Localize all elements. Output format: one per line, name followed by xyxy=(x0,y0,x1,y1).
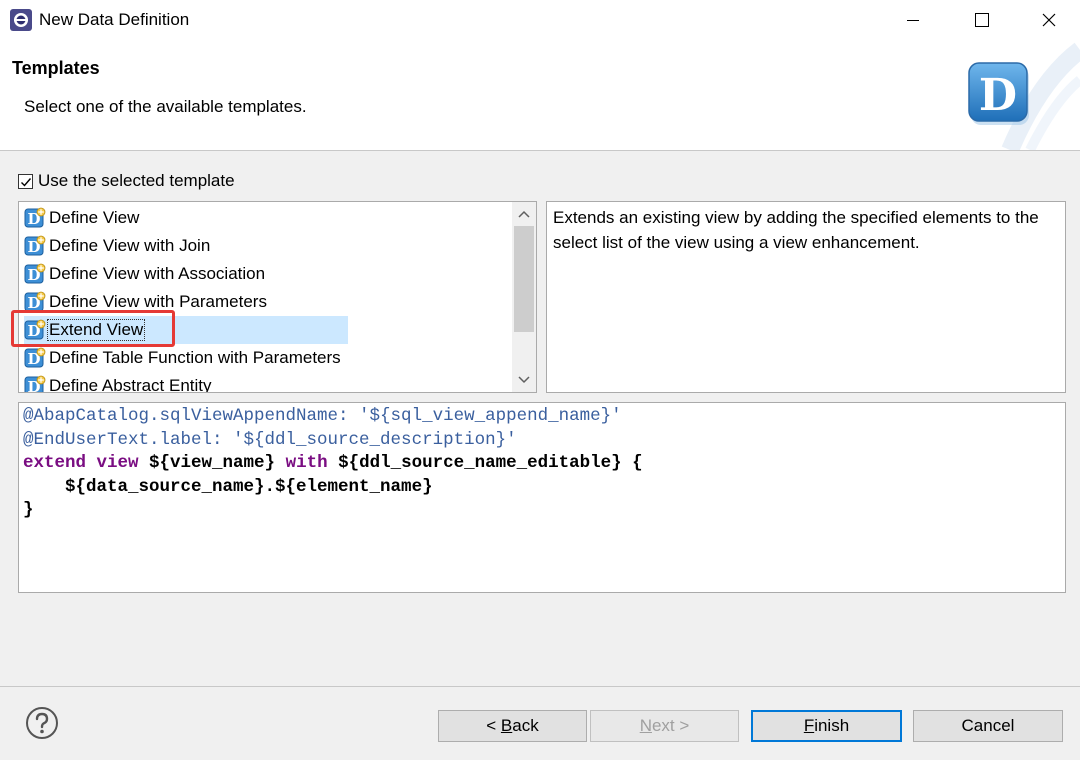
title-bar: New Data Definition xyxy=(0,0,1080,40)
cancel-button[interactable]: Cancel xyxy=(913,710,1063,742)
maximize-icon xyxy=(975,13,989,27)
button-bar-separator xyxy=(0,686,1080,687)
data-definition-logo-icon: D xyxy=(968,62,1029,125)
template-item-label: Extend View xyxy=(46,319,146,341)
minimize-icon xyxy=(907,20,919,21)
cancel-button-label: Cancel xyxy=(961,716,1015,735)
next-button[interactable]: Next > xyxy=(590,710,739,742)
template-list-item[interactable]: D Define View xyxy=(24,204,140,232)
ddl-source-icon: D xyxy=(24,291,46,312)
maximize-button[interactable] xyxy=(959,0,1005,40)
template-item-label: Define View with Parameters xyxy=(49,292,267,311)
next-button-label: ext > xyxy=(651,716,690,735)
template-list-item[interactable]: D Define View with Parameters xyxy=(24,288,268,316)
checkmark-icon xyxy=(21,177,32,187)
back-button-mnemonic: B xyxy=(500,716,513,735)
back-button[interactable]: < Back xyxy=(438,710,587,742)
eclipse-app-icon xyxy=(10,9,32,31)
template-list-item[interactable]: D Define Abstract Entity xyxy=(24,372,213,393)
ddl-source-icon: D xyxy=(24,263,46,284)
template-list-item[interactable]: D Extend View xyxy=(24,316,348,344)
template-list-item[interactable]: D Define Table Function with Parameters xyxy=(24,344,342,372)
ddl-source-icon: D xyxy=(24,207,46,228)
template-list-scrollbar[interactable] xyxy=(512,202,536,392)
minimize-button[interactable] xyxy=(890,0,936,40)
template-list-item[interactable]: D Define View with Association xyxy=(24,260,266,288)
code-text: } xyxy=(23,500,34,520)
template-list[interactable]: D Define View D Define View with Join D Defin… xyxy=(18,201,537,393)
template-list-item[interactable]: D Define View with Join xyxy=(24,232,211,260)
code-annotation-line: @EndUserText.label: '${ddl_source_descri… xyxy=(23,429,517,450)
ddl-source-icon: D xyxy=(24,235,46,256)
code-keyword: extend view xyxy=(23,453,139,473)
page-title: Templates xyxy=(12,58,100,78)
ddl-source-icon: D xyxy=(24,375,46,392)
finish-button-mnemonic: F xyxy=(803,716,815,735)
ddl-source-icon: D xyxy=(24,347,46,368)
scroll-down-button[interactable] xyxy=(512,368,536,392)
chevron-down-icon xyxy=(518,376,530,384)
chevron-up-icon xyxy=(518,210,530,218)
code-text: ${data_source_name}.${element_name} xyxy=(23,476,433,497)
template-code-preview: @AbapCatalog.sqlViewAppendName: '${sql_v… xyxy=(18,402,1066,593)
code-text: ${ddl_source_name_editable} { xyxy=(327,453,643,473)
scroll-thumb[interactable] xyxy=(514,226,534,332)
use-template-checkbox[interactable]: Use the selected template xyxy=(18,171,235,191)
close-icon xyxy=(1042,13,1056,27)
help-icon[interactable] xyxy=(25,706,59,740)
code-text: ${view_name} xyxy=(138,453,286,473)
use-template-label: Use the selected template xyxy=(38,171,235,190)
finish-button-label: inish xyxy=(814,716,850,735)
close-button[interactable] xyxy=(1026,0,1072,40)
template-item-label: Define Abstract Entity xyxy=(49,376,212,393)
wizard-header: Templates Select one of the available te… xyxy=(0,40,1080,151)
template-item-label: Define View xyxy=(49,208,140,227)
template-description: Extends an existing view by adding the s… xyxy=(546,201,1066,393)
template-item-label: Define View with Association xyxy=(49,264,266,283)
scroll-up-button[interactable] xyxy=(512,202,536,226)
back-button-label: ack xyxy=(512,716,539,735)
page-subtitle: Select one of the available templates. xyxy=(24,97,307,116)
checkbox-box[interactable] xyxy=(18,173,33,189)
template-item-label: Define View with Join xyxy=(49,236,211,255)
code-annotation-line: @AbapCatalog.sqlViewAppendName: '${sql_v… xyxy=(23,406,622,426)
next-button-mnemonic: N xyxy=(639,716,652,735)
finish-button[interactable]: Finish xyxy=(751,710,902,742)
logo-letter: D xyxy=(979,70,1017,121)
template-item-label: Define Table Function with Parameters xyxy=(49,348,341,367)
ddl-source-icon: D xyxy=(24,319,46,340)
back-button-prefix: < xyxy=(486,716,501,735)
window-title: New Data Definition xyxy=(39,10,190,29)
code-keyword: with xyxy=(285,453,328,473)
